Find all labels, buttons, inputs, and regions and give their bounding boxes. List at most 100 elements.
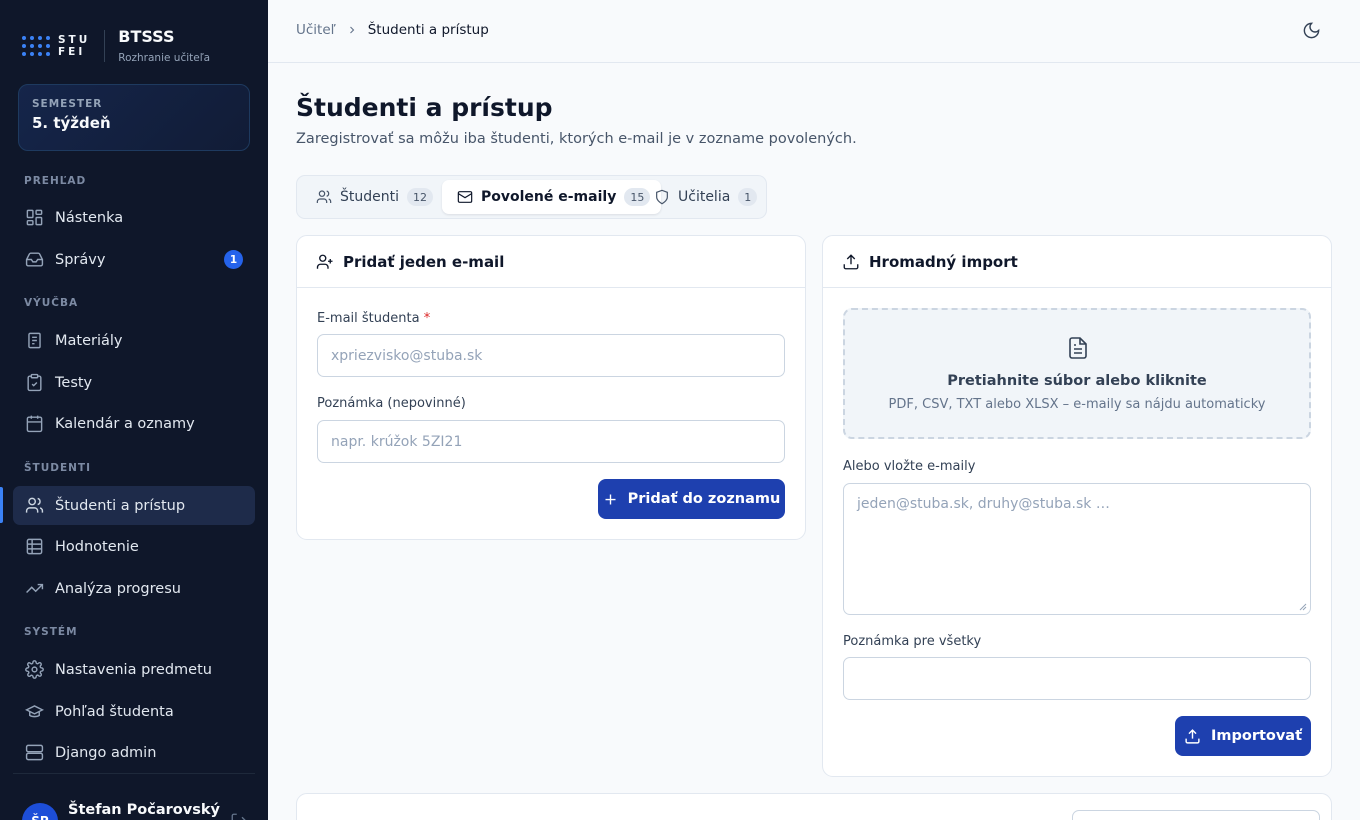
sidebar-item-messages[interactable]: Správy 1	[13, 240, 255, 279]
semester-card: SEMESTER 5. týždeň	[18, 84, 250, 151]
bulk-note-field[interactable]	[843, 657, 1311, 700]
resize-handle[interactable]	[1299, 603, 1307, 611]
sidebar-item-calendar[interactable]: Kalendár a oznamy	[13, 404, 255, 443]
email-placeholder: xpriezvisko@stuba.sk	[331, 347, 483, 364]
upload-icon	[1184, 728, 1201, 745]
required-mark: *	[423, 311, 431, 326]
note-label: Poznámka (nepovinné)	[317, 396, 466, 411]
avatar: ŠP	[22, 803, 58, 820]
sidebar-item-dashboard[interactable]: Nástenka	[13, 198, 255, 237]
chevron-right-icon	[346, 24, 358, 36]
sidebar-item-tests[interactable]: Testy	[13, 363, 255, 402]
tab-students[interactable]: Študenti 12	[297, 180, 444, 214]
gear-icon	[24, 660, 44, 680]
card-title: Pridať jeden e-mail	[343, 252, 505, 271]
table-icon	[24, 537, 44, 557]
tab-count: 12	[407, 188, 434, 206]
logo-text: STU FEI	[58, 34, 90, 58]
paste-label: Alebo vložte e-maily	[843, 459, 976, 474]
file-text-icon	[1066, 335, 1090, 365]
server-icon	[24, 743, 44, 763]
logout-icon[interactable]	[230, 812, 248, 820]
moon-icon[interactable]	[1302, 21, 1322, 41]
active-indicator	[0, 487, 3, 523]
paste-placeholder: jeden@stuba.sk, druhy@stuba.sk …	[857, 496, 1110, 512]
inbox-icon	[24, 250, 44, 270]
add-email-card: Pridať jeden e-mail E-mail študenta * xp…	[296, 235, 806, 540]
note-placeholder: napr. krúžok 5ZI21	[331, 433, 463, 450]
email-field[interactable]: xpriezvisko@stuba.sk	[317, 334, 785, 377]
note-field[interactable]: napr. krúžok 5ZI21	[317, 420, 785, 463]
calendar-icon	[24, 414, 44, 434]
plus-icon	[603, 492, 618, 507]
email-label: E-mail študenta *	[317, 311, 430, 326]
clipboard-check-icon	[24, 373, 44, 393]
upload-icon	[842, 253, 860, 271]
brand: STU FEI BTSSS Rozhranie učiteľa	[22, 26, 210, 66]
user-profile[interactable]: ŠP Štefan Počarovský	[22, 800, 220, 820]
shield-icon	[654, 189, 670, 205]
user-plus-icon	[316, 253, 334, 271]
mail-icon	[457, 189, 473, 205]
tab-count: 1	[738, 188, 758, 206]
sidebar-item-label: Pohľad študenta	[55, 703, 174, 720]
tab-label: Povolené e-maily	[481, 189, 617, 205]
list-search-input[interactable]	[1072, 810, 1320, 820]
section-students: ŠTUDENTI	[24, 462, 91, 474]
bulk-note-label: Poznámka pre všetky	[843, 634, 982, 649]
sidebar-item-label: Nastavenia predmetu	[55, 661, 212, 678]
app-name: BTSSS	[118, 26, 175, 46]
sidebar-item-django-admin[interactable]: Django admin	[13, 733, 255, 772]
sidebar-item-label: Študenti a prístup	[55, 497, 186, 514]
semester-label: SEMESTER	[32, 98, 103, 110]
paste-emails-textarea[interactable]: jeden@stuba.sk, druhy@stuba.sk …	[843, 483, 1311, 615]
sidebar-item-label: Nástenka	[55, 209, 124, 226]
app-subtitle: Rozhranie učiteľa	[118, 51, 211, 64]
topbar: Učiteľ Študenti a prístup	[268, 0, 1360, 63]
sidebar-divider	[13, 773, 255, 774]
sidebar-item-label: Kalendár a oznamy	[55, 415, 195, 432]
email-label-text: E-mail študenta	[317, 311, 420, 326]
logo-text-stu: STU	[58, 34, 91, 46]
section-system: SYSTÉM	[24, 626, 78, 638]
logo-text-fei: FEI	[58, 46, 86, 58]
breadcrumb: Učiteľ Študenti a prístup	[296, 22, 489, 38]
file-dropzone[interactable]: Pretiahnite súbor alebo kliknite PDF, CS…	[843, 308, 1311, 439]
breadcrumb-parent[interactable]: Učiteľ	[296, 22, 336, 38]
tab-teachers[interactable]: Učitelia 1	[635, 180, 768, 214]
card-header: Pridať jeden e-mail	[297, 236, 805, 288]
dropzone-title: Pretiahnite súbor alebo kliknite	[947, 373, 1207, 389]
add-to-list-button[interactable]: Pridať do zoznamu	[598, 479, 785, 519]
section-overview: PREHĽAD	[24, 175, 87, 187]
users-icon	[24, 496, 44, 516]
sidebar-item-course-settings[interactable]: Nastavenia predmetu	[13, 650, 255, 689]
card-title: Hromadný import	[869, 252, 1018, 271]
dropzone-subtitle: PDF, CSV, TXT alebo XLSX – e-maily sa ná…	[888, 397, 1266, 412]
sidebar-item-label: Testy	[55, 374, 93, 391]
brand-divider	[104, 30, 106, 62]
users-icon	[316, 189, 332, 205]
sidebar-item-materials[interactable]: Materiály	[13, 321, 255, 360]
semester-value: 5. týždeň	[32, 114, 111, 132]
breadcrumb-current: Študenti a prístup	[367, 22, 489, 38]
tab-label: Učitelia	[678, 189, 731, 205]
tab-label: Študenti	[340, 189, 400, 205]
sidebar-item-label: Správy	[55, 251, 106, 268]
button-label: Pridať do zoznamu	[627, 491, 781, 507]
sidebar-item-label: Analýza progresu	[55, 580, 181, 597]
graduation-cap-icon	[24, 702, 44, 722]
import-button[interactable]: Importovať	[1175, 716, 1311, 756]
sidebar-item-progress[interactable]: Analýza progresu	[13, 569, 255, 608]
sidebar-item-students-access[interactable]: Študenti a prístup	[13, 486, 255, 525]
email-list-card	[296, 793, 1332, 820]
bulk-import-card: Hromadný import Pretiahnite súbor alebo …	[822, 235, 1332, 777]
sidebar-item-grading[interactable]: Hodnotenie	[13, 527, 255, 566]
stu-logo-icon	[22, 36, 50, 56]
sidebar-item-label: Hodnotenie	[55, 538, 139, 555]
user-name: Štefan Počarovský	[68, 802, 220, 818]
sidebar-item-student-view[interactable]: Pohľad študenta	[13, 692, 255, 731]
page-description: Zaregistrovať sa môžu iba študenti, ktor…	[296, 131, 857, 147]
tab-allowed-emails[interactable]: Povolené e-maily 15	[442, 180, 662, 214]
layout-grid-icon	[24, 208, 44, 228]
book-icon	[24, 331, 44, 351]
